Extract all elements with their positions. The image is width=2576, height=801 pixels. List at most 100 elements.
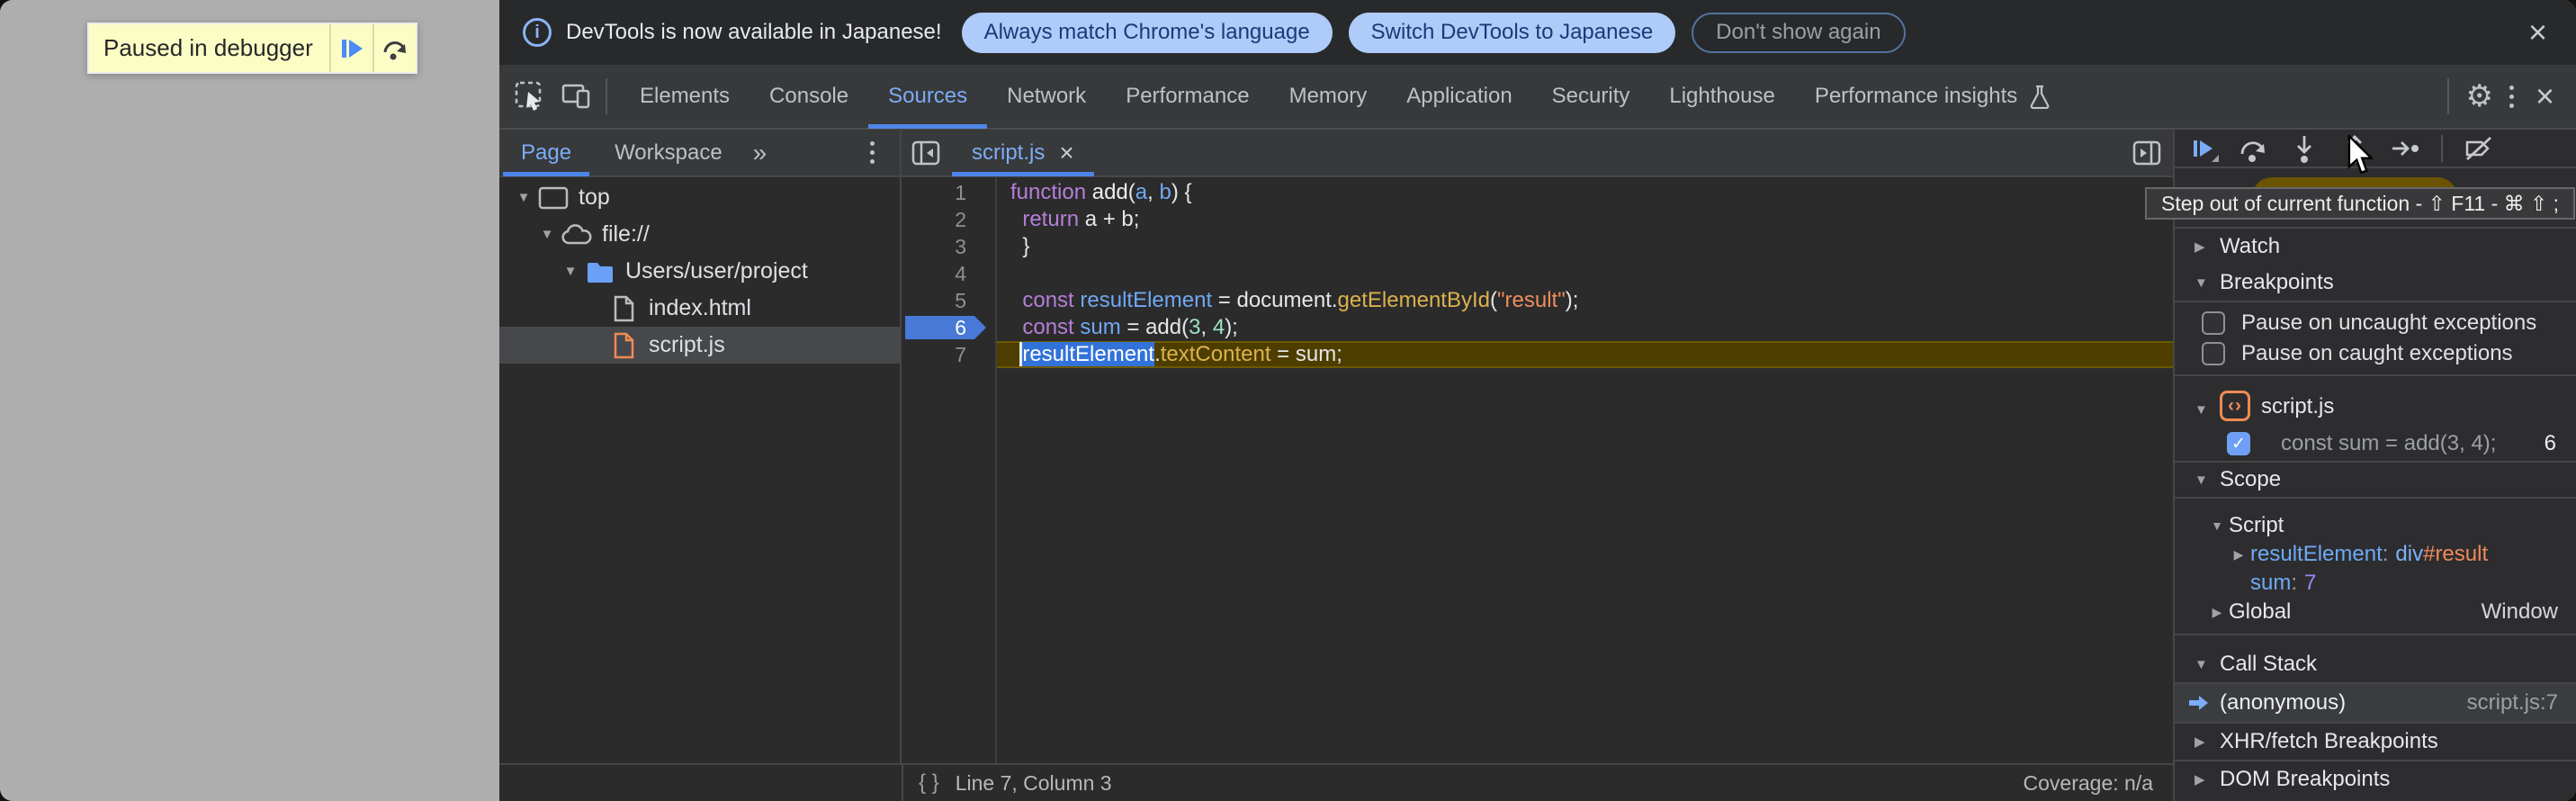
settings-gear-icon[interactable]: ⚙ [2465,78,2492,114]
more-options-kebab-icon[interactable] [2497,80,2527,113]
paused-in-debugger-banner: Paused in debugger [87,22,417,74]
tab-security[interactable]: Security [1532,64,1650,129]
tab-network[interactable]: Network [987,64,1106,129]
code-token: = sum; [1271,342,1342,366]
code-line[interactable]: const sum = add(3, 4); [997,314,2173,341]
breakpoint-file-group[interactable]: ▼ ‹› script.js [2175,376,2576,427]
code-line[interactable] [997,260,2173,287]
line-number-4[interactable]: 4 [902,260,995,287]
navigator-kebab-icon[interactable] [861,136,884,169]
tab-console[interactable]: Console [749,64,868,129]
dom-breakpoints-label: DOM Breakpoints [2220,767,2390,792]
code-line[interactable]: } [997,233,2173,260]
notification-close-icon[interactable]: × [2528,16,2547,49]
resume-script-button[interactable] [331,24,372,72]
tab-elements[interactable]: Elements [620,64,749,129]
section-scope[interactable]: ▼ Scope [2175,461,2576,499]
section-xhr-breakpoints[interactable]: ▶ XHR/fetch Breakpoints [2175,722,2576,760]
section-watch[interactable]: ▶ Watch [2175,227,2576,265]
section-call-stack[interactable]: ▼ Call Stack [2175,646,2576,684]
code-line-paused[interactable]: resultElement.textContent = sum; [997,341,2173,368]
expanded-arrow-icon[interactable]: ▼ [512,190,535,205]
code-area[interactable]: function add(a, b) { return a + b; } con… [997,177,2173,763]
tab-page[interactable]: Page [499,129,593,176]
debugger-toolbar [2175,130,2576,168]
tree-item-file-[interactable]: ▼file:// [499,216,900,253]
divider [2441,135,2443,162]
more-tabs-chevron-icon[interactable]: » [753,139,767,167]
file-tab-close-icon[interactable]: × [1059,139,1073,167]
resume-script-button[interactable] [2187,132,2220,165]
inspect-element-icon[interactable] [514,80,546,112]
deactivate-breakpoints-button[interactable] [2463,132,2495,165]
scope-var-sum[interactable]: sum: 7 [2175,569,2576,598]
line-number-2[interactable]: 2 [902,206,995,233]
file-tree: ▼top▼file://▼Users/user/projectindex.htm… [499,177,900,763]
tree-item-top[interactable]: ▼top [499,179,900,216]
cursor-position-label: Line 7, Column 3 [956,771,1112,796]
breakpoint-entry-row[interactable]: ✓ const sum = add(3, 4); 6 [2175,427,2576,461]
scope-var-resultelement[interactable]: ▶ resultElement: div#result [2175,540,2576,569]
line-number-5[interactable]: 5 [902,287,995,314]
section-dom-breakpoints[interactable]: ▶ DOM Breakpoints [2175,760,2576,797]
tree-item-script-js[interactable]: script.js [499,327,900,364]
pause-uncaught-row[interactable]: Pause on uncaught exceptions [2175,308,2576,338]
var-name: sum [2250,571,2291,596]
line-number-6[interactable]: 6 [902,314,995,341]
section-breakpoints[interactable]: ▼ Breakpoints [2175,265,2576,302]
step-over-button[interactable] [2238,132,2270,165]
switch-language-button[interactable]: Switch DevTools to Japanese [1349,13,1676,53]
dont-show-again-button[interactable]: Don't show again [1692,13,1905,53]
line-number-3[interactable]: 3 [902,233,995,260]
watch-label: Watch [2220,234,2280,259]
scope-global-group[interactable]: ▶ Global Window [2175,598,2576,626]
line-number-7[interactable]: 7 [902,341,995,368]
tab-memory[interactable]: Memory [1270,64,1387,129]
expanded-arrow-icon[interactable]: ▼ [559,264,582,279]
file-js-icon [606,332,642,359]
pretty-print-icon[interactable]: { } [919,770,939,796]
file-tab-scriptjs[interactable]: script.js × [952,129,1094,176]
checkbox-checked[interactable]: ✓ [2227,432,2250,455]
code-line[interactable]: const resultElement = document.getElemen… [997,287,2173,314]
expanded-arrow-icon[interactable]: ▼ [535,227,559,242]
code-token: textContent [1161,342,1271,366]
tab-lighthouse[interactable]: Lighthouse [1649,64,1794,129]
code-line[interactable]: function add(a, b) { [997,179,2173,206]
match-language-button[interactable]: Always match Chrome's language [962,13,1333,53]
expanded-arrow-icon: ▼ [2195,657,2220,672]
step-out-tooltip: Step out of current function - ⇧ F11 - ⌘… [2145,187,2575,220]
step-over-button[interactable] [374,24,416,72]
tree-item-users-user-project[interactable]: ▼Users/user/project [499,253,900,290]
tab-sources[interactable]: Sources [868,64,987,129]
expanded-arrow-icon: ▼ [2205,518,2229,533]
code-editor[interactable]: 1234567 function add(a, b) { return a + … [902,177,2173,763]
tab-application[interactable]: Application [1387,64,1531,129]
breakpoint-marker[interactable] [905,316,986,339]
devtools-close-icon[interactable]: × [2536,80,2554,112]
checkbox-unchecked[interactable] [2202,342,2225,365]
code-line[interactable]: return a + b; [997,206,2173,233]
line-number-1[interactable]: 1 [902,179,995,206]
pause-caught-row[interactable]: Pause on caught exceptions [2175,338,2576,369]
checkbox-unchecked[interactable] [2202,311,2225,335]
debugger-sidebar: ▶ Watch ▼ Breakpoints Pause on uncaught … [2173,130,2576,801]
step-button[interactable] [2389,132,2421,165]
step-into-button[interactable] [2288,132,2320,165]
breakpoint-line-number: 6 [2545,431,2556,456]
tab-workspace[interactable]: Workspace [593,129,744,176]
tree-item-index-html[interactable]: index.html [499,290,900,327]
collapse-debugger-sidebar-icon[interactable] [2132,138,2162,168]
tab-performance[interactable]: Performance [1106,64,1269,129]
info-icon: i [523,18,552,47]
call-stack-frame[interactable]: (anonymous) script.js:7 [2175,684,2576,722]
collapse-navigator-icon[interactable] [911,138,941,168]
breakpoint-code-label: const sum = add(3, 4); [2281,431,2496,456]
tab-performance-insights[interactable]: Performance insights [1795,64,2071,129]
device-toolbar-icon[interactable] [561,80,593,112]
editor-tab-strip: script.js × [902,130,2173,177]
notification-bar: i DevTools is now available in Japanese!… [499,0,2576,65]
scope-script-group[interactable]: ▼ Script [2175,511,2576,540]
var-value-number: 7 [2304,571,2316,596]
line-number-gutter[interactable]: 1234567 [902,177,997,763]
